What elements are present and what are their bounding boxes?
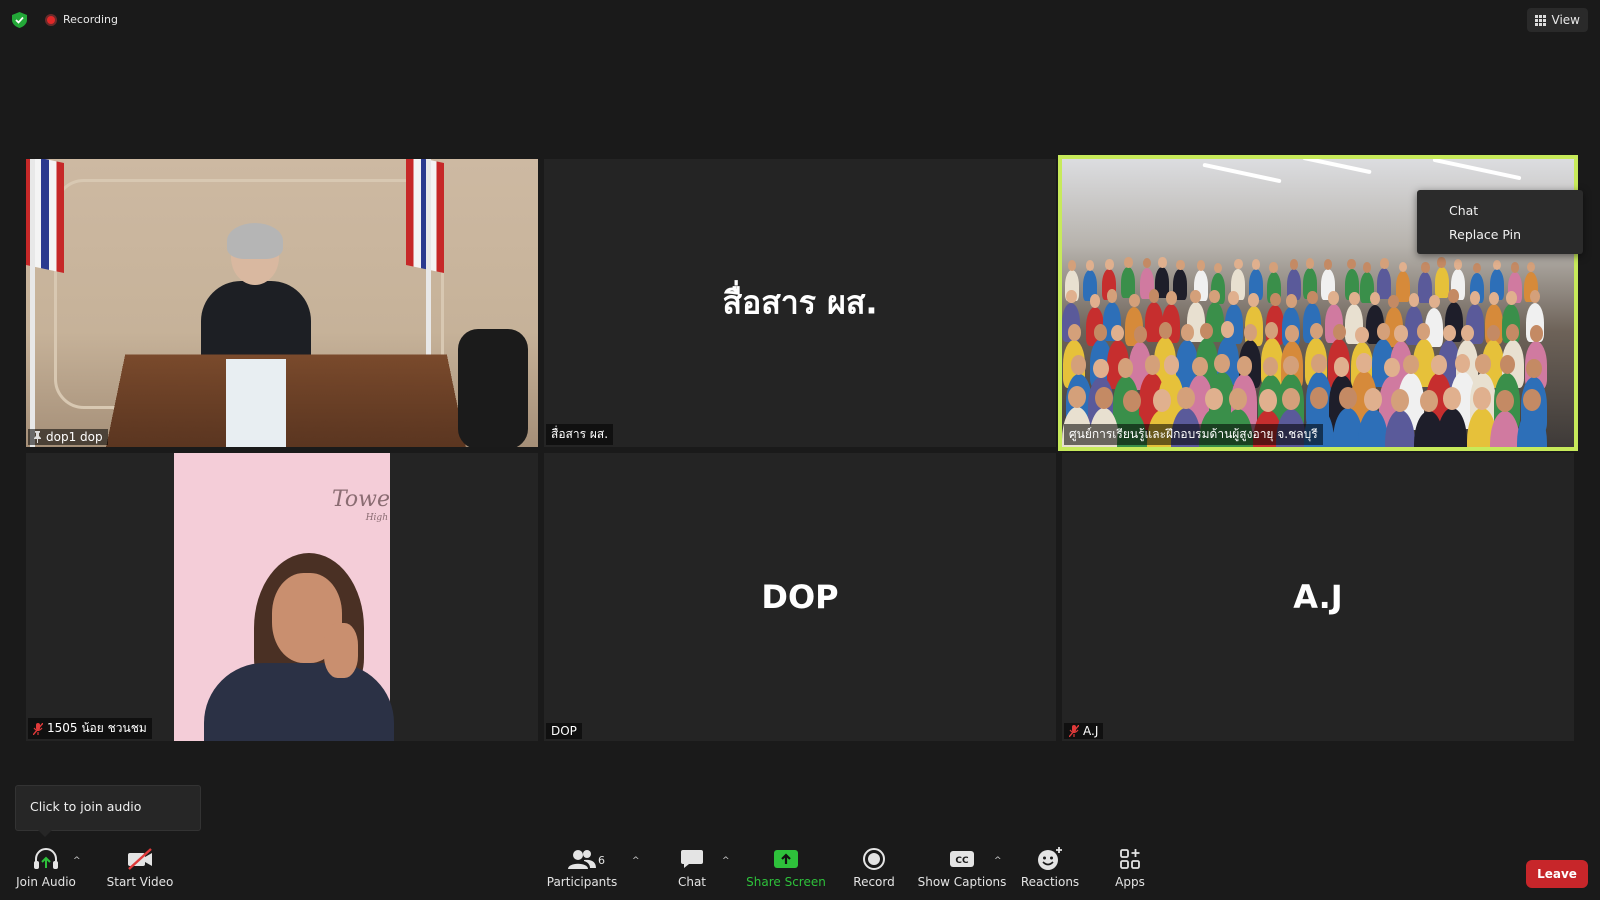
video-tile-dop[interactable]: DOP DOP — [544, 453, 1056, 741]
record-button[interactable]: Record — [846, 845, 902, 900]
video-off-icon — [128, 848, 152, 870]
recording-dot-icon — [45, 13, 57, 26]
apps-icon — [1120, 849, 1140, 869]
record-icon — [863, 848, 885, 870]
show-captions-button[interactable]: CC Show Captions — [918, 845, 1006, 900]
meeting-toolbar: Join Audio ^ Start Video Participants 6 … — [0, 845, 1600, 900]
leave-button[interactable]: Leave — [1526, 860, 1588, 888]
pin-icon — [34, 431, 41, 443]
apps-button[interactable]: Apps — [1108, 845, 1152, 900]
mic-muted-icon — [33, 722, 43, 735]
audio-options-chevron-icon[interactable]: ^ — [73, 856, 81, 866]
captions-options-chevron-icon[interactable]: ^ — [994, 856, 1002, 866]
context-menu-replace-pin[interactable]: Replace Pin — [1449, 223, 1583, 247]
video-feed — [26, 159, 538, 447]
participant-name-tag: สื่อสาร ผส. — [546, 424, 614, 445]
context-menu: Chat Replace Pin — [1417, 190, 1583, 254]
headphones-icon — [34, 848, 58, 869]
join-audio-tooltip: Click to join audio — [15, 785, 201, 831]
video-tile-1505[interactable]: Towe High 1505 น้อย ชวนชม — [26, 453, 538, 741]
background-logo-sub: High — [365, 513, 388, 523]
chat-icon — [681, 850, 703, 868]
participant-name-tag: A.J — [1064, 723, 1104, 739]
video-tile-communication[interactable]: สื่อสาร ผส. สื่อสาร ผส. — [544, 159, 1056, 447]
participant-display-name: สื่อสาร ผส. — [722, 283, 878, 322]
svg-text:CC: CC — [955, 856, 969, 866]
video-tile-aj[interactable]: A.J A.J — [1062, 453, 1574, 741]
context-menu-chat[interactable]: Chat — [1449, 199, 1583, 223]
top-bar: Recording View — [0, 0, 1600, 40]
video-tile-dop1-dop[interactable]: dop1 dop — [26, 159, 538, 447]
participant-display-name: A.J — [1293, 578, 1343, 616]
view-button[interactable]: View — [1526, 8, 1588, 32]
chat-options-chevron-icon[interactable]: ^ — [722, 856, 730, 866]
view-label: View — [1551, 13, 1580, 27]
participant-display-name: DOP — [761, 578, 839, 616]
recording-label: Recording — [63, 13, 119, 26]
share-screen-icon — [774, 850, 798, 868]
captions-icon: CC — [950, 851, 974, 867]
participant-name-tag: dop1 dop — [28, 429, 108, 445]
recording-indicator[interactable]: Recording — [45, 13, 118, 26]
participants-count: 6 — [598, 854, 605, 867]
participants-options-chevron-icon[interactable]: ^ — [632, 856, 640, 866]
participant-name-tag: DOP — [546, 723, 582, 739]
participants-icon — [568, 850, 596, 869]
join-audio-button[interactable]: Join Audio — [12, 845, 80, 900]
reactions-button[interactable]: Reactions — [1020, 845, 1080, 900]
reactions-icon — [1038, 847, 1062, 870]
mic-muted-icon — [1069, 725, 1079, 737]
participant-name-tag: ศูนย์การเรียนรู้และฝึกอบรมด้านผู้สูงอายุ… — [1064, 424, 1323, 445]
chat-button[interactable]: Chat — [666, 845, 718, 900]
start-video-button[interactable]: Start Video — [104, 845, 176, 900]
background-logo: Towe — [331, 487, 390, 512]
participants-button[interactable]: Participants — [547, 845, 617, 900]
shield-check-icon[interactable] — [12, 12, 27, 28]
video-feed: Towe High — [174, 453, 394, 741]
tooltip-arrow — [38, 830, 52, 837]
share-screen-button[interactable]: Share Screen — [746, 845, 826, 900]
grid-view-icon — [1534, 14, 1546, 26]
participant-name-tag: 1505 น้อย ชวนชม — [28, 718, 152, 739]
